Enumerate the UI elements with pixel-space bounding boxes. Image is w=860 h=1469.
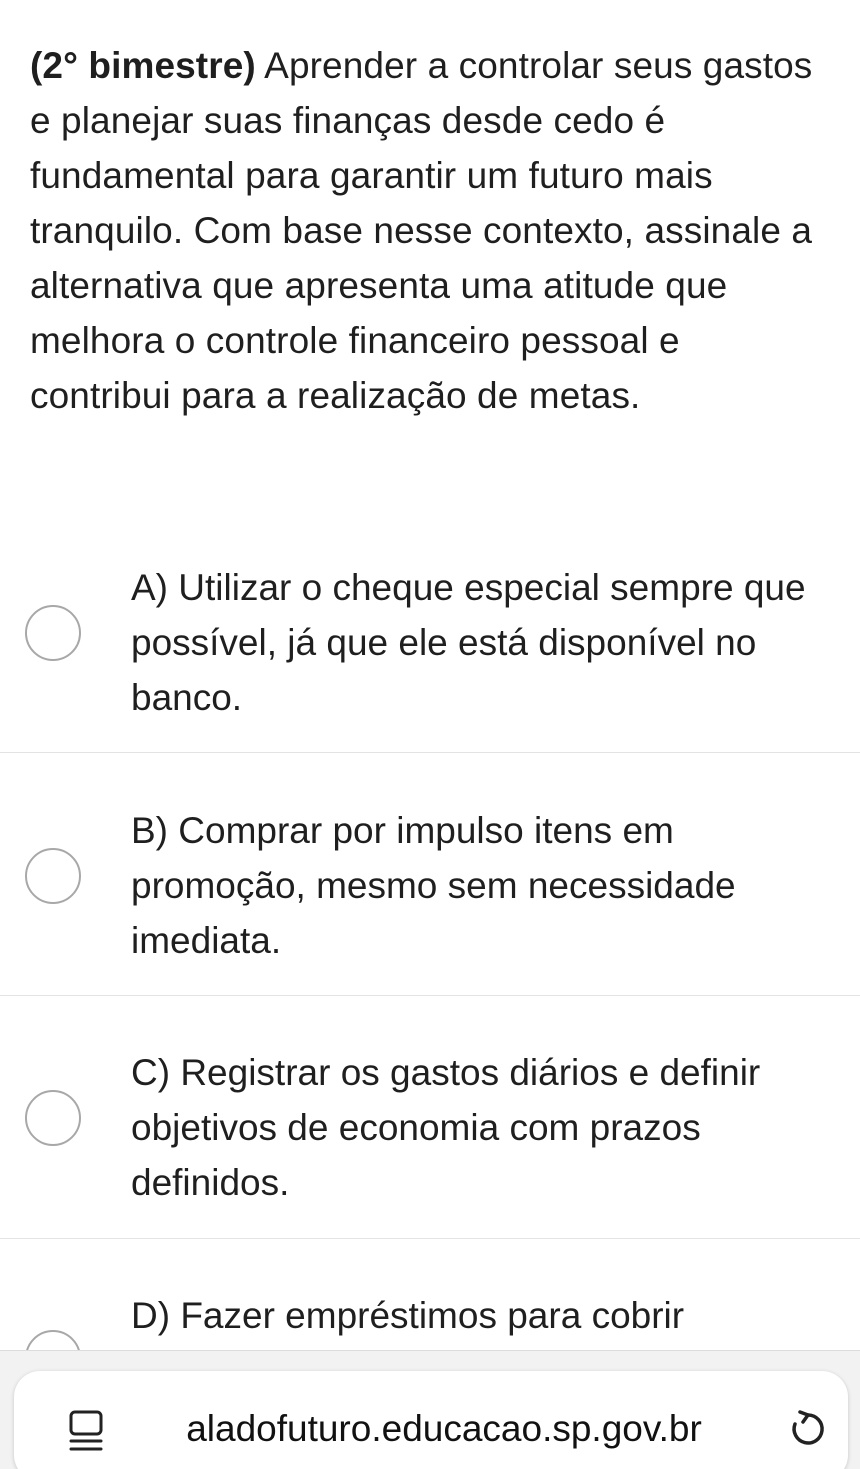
radio-button[interactable] xyxy=(25,605,81,661)
radio-button[interactable] xyxy=(25,1090,81,1146)
divider xyxy=(0,995,860,996)
page: (2° bimestre) Aprender a controlar seus … xyxy=(0,0,860,1469)
radio-button[interactable] xyxy=(25,848,81,904)
question-prefix: (2° bimestre) xyxy=(30,45,256,86)
reload-icon[interactable] xyxy=(786,1407,830,1451)
option-label[interactable]: A) Utilizar o cheque especial sempre que… xyxy=(131,560,831,725)
option-label[interactable]: C) Registrar os gastos diários e definir… xyxy=(131,1045,831,1210)
divider xyxy=(0,1238,860,1239)
address-bar[interactable]: aladofuturo.educacao.sp.gov.br xyxy=(14,1371,848,1469)
option-label[interactable]: B) Comprar por impulso itens em promoção… xyxy=(131,803,831,968)
radio-button[interactable] xyxy=(25,1330,81,1350)
reader-icon[interactable] xyxy=(68,1409,104,1453)
browser-bottom-bar: aladofuturo.educacao.sp.gov.br xyxy=(0,1350,860,1469)
question-body: Aprender a controlar seus gastos e plane… xyxy=(30,45,813,416)
question-text: (2° bimestre) Aprender a controlar seus … xyxy=(30,38,830,423)
divider xyxy=(0,752,860,753)
url-text[interactable]: aladofuturo.educacao.sp.gov.br xyxy=(124,1407,764,1451)
option-label[interactable]: D) Fazer empréstimos para cobrir xyxy=(131,1288,831,1343)
option-d[interactable]: D) Fazer empréstimos para cobrir xyxy=(0,1288,860,1350)
